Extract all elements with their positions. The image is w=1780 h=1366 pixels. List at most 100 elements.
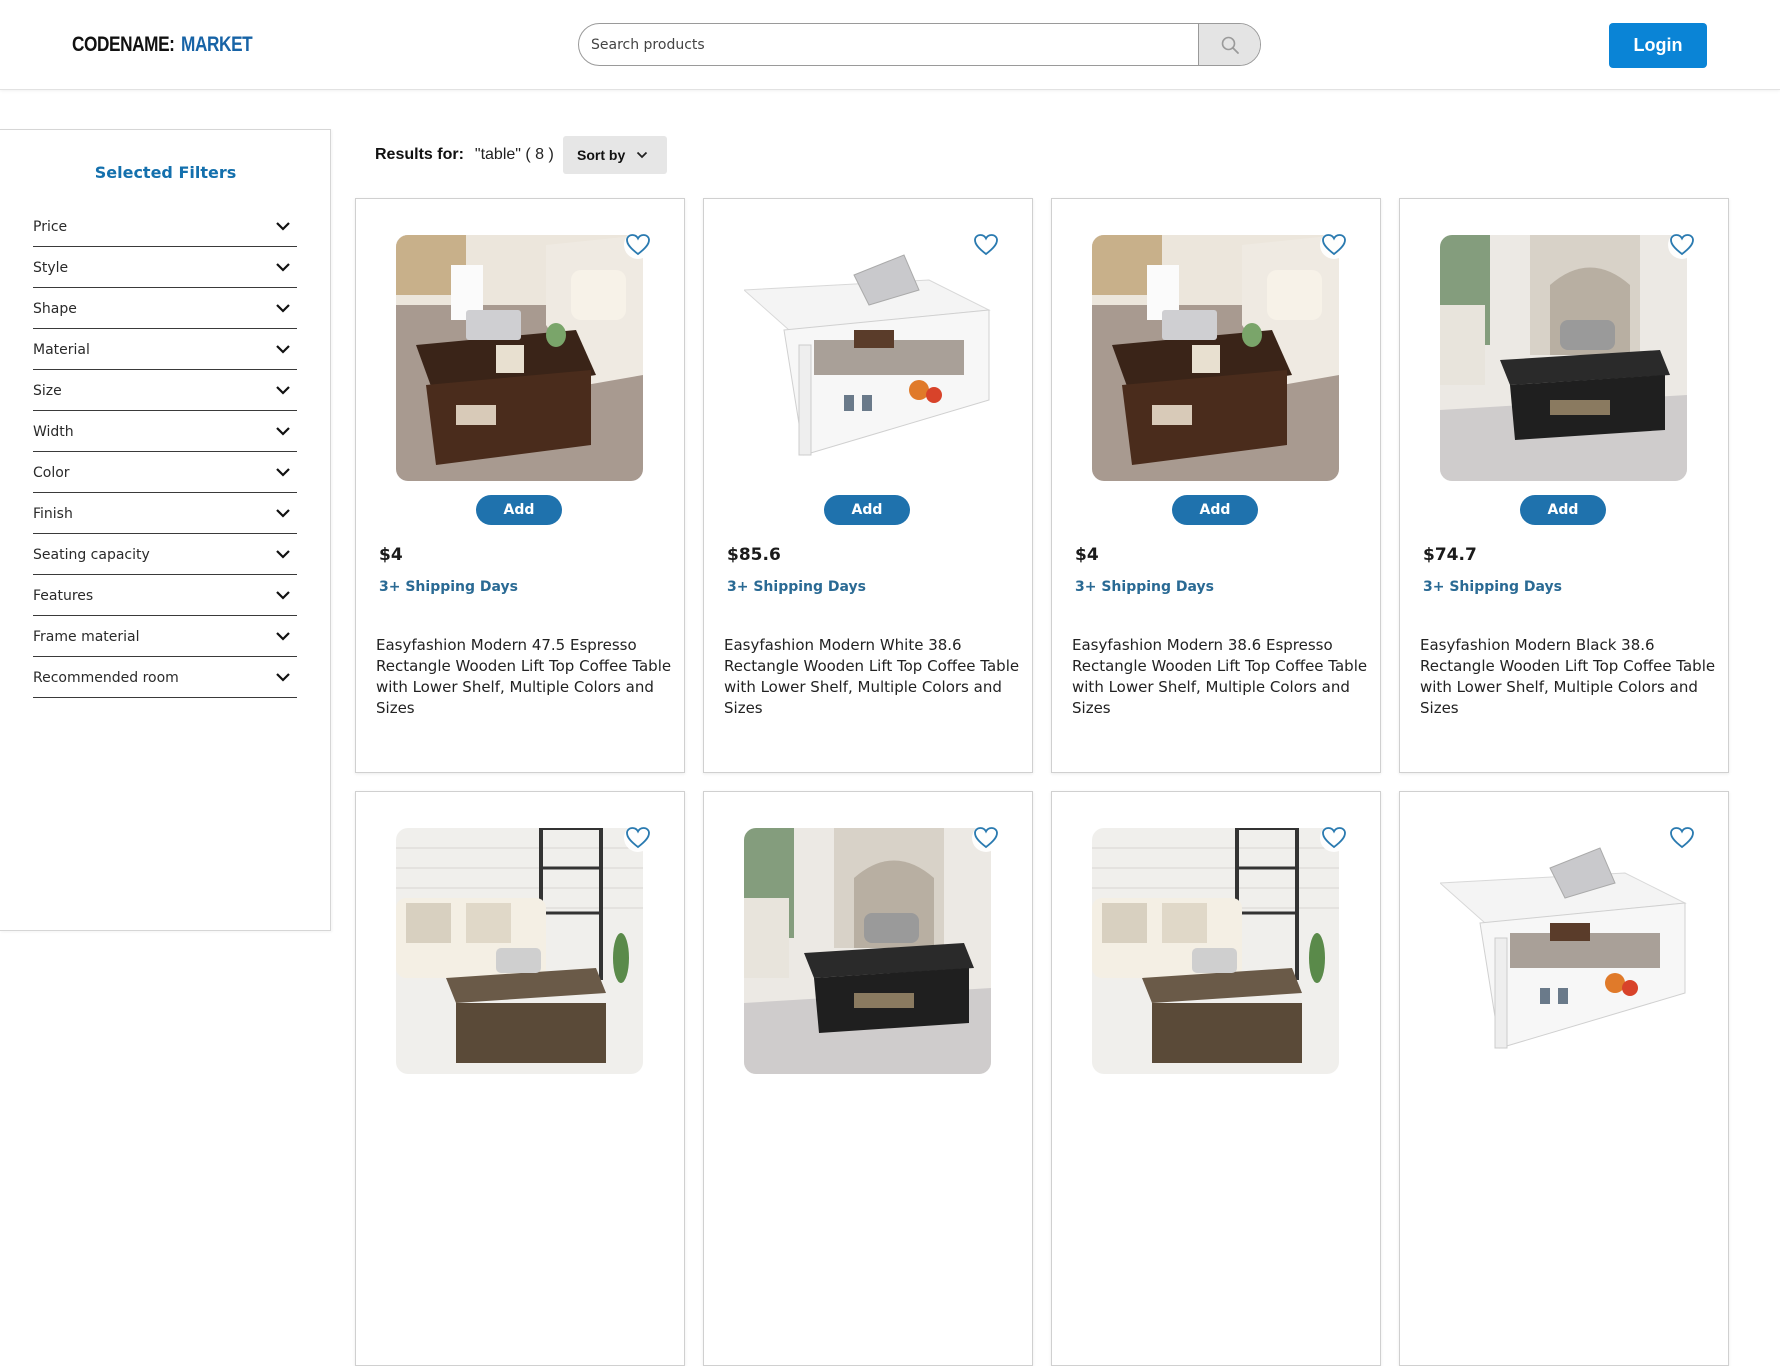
filter-size[interactable]: Size xyxy=(33,370,297,411)
favorite-button[interactable] xyxy=(624,231,652,259)
chevron-down-icon xyxy=(276,632,290,641)
heart-icon xyxy=(1670,234,1694,256)
favorite-button[interactable] xyxy=(1320,824,1348,852)
sort-label: Sort by xyxy=(577,147,626,163)
filter-label: Size xyxy=(33,383,62,399)
product-card[interactable]: Add $74.7 3+ Shipping Days Easyfashion Mode… xyxy=(1399,198,1729,773)
shipping-days: 3+ Shipping Days xyxy=(727,579,866,595)
chevron-down-icon xyxy=(276,591,290,600)
heart-icon xyxy=(1322,234,1346,256)
filter-label: Material xyxy=(33,342,90,358)
favorite-button[interactable] xyxy=(624,824,652,852)
product-image[interactable] xyxy=(744,235,991,481)
add-to-cart-button[interactable]: Add xyxy=(1172,495,1258,525)
product-card[interactable]: Add $85.6 3+ Shipping Days Easyfashion Mode… xyxy=(703,198,1033,773)
filter-label: Frame material xyxy=(33,629,140,645)
results-label: Results for: xyxy=(375,146,464,163)
chevron-down-icon xyxy=(276,222,290,231)
chevron-down-icon xyxy=(276,345,290,354)
filter-label: Features xyxy=(33,588,94,604)
logo-text-codename: CODENAME: xyxy=(72,33,175,56)
add-to-cart-button[interactable]: Add xyxy=(1520,495,1606,525)
product-image[interactable] xyxy=(1092,235,1339,481)
favorite-button[interactable] xyxy=(972,824,1000,852)
favorite-button[interactable] xyxy=(1320,231,1348,259)
product-image[interactable] xyxy=(396,828,643,1074)
product-card[interactable]: Add $4 3+ Shipping Days Easyfashion Modern … xyxy=(1051,198,1381,773)
filter-recommended-room[interactable]: Recommended room xyxy=(33,657,297,698)
product-card[interactable] xyxy=(1399,791,1729,1366)
filter-label: Style xyxy=(33,260,69,276)
product-price: $74.7 xyxy=(1423,545,1477,565)
chevron-down-icon xyxy=(276,263,290,272)
product-name[interactable]: Easyfashion Modern 47.5 Espresso Rectang… xyxy=(376,635,672,719)
filter-finish[interactable]: Finish xyxy=(33,493,297,534)
filter-label: Color xyxy=(33,465,70,481)
results-query: "table" ( 8 ) xyxy=(474,146,554,163)
chevron-down-icon xyxy=(276,386,290,395)
add-to-cart-button[interactable]: Add xyxy=(476,495,562,525)
chevron-down-icon xyxy=(276,673,290,682)
product-price: $85.6 xyxy=(727,545,781,565)
heart-icon xyxy=(626,234,650,256)
filter-color[interactable]: Color xyxy=(33,452,297,493)
product-card[interactable] xyxy=(355,791,685,1366)
filter-material[interactable]: Material xyxy=(33,329,297,370)
product-name[interactable]: Easyfashion Modern 38.6 Espresso Rectang… xyxy=(1072,635,1368,719)
product-image[interactable] xyxy=(744,828,991,1074)
search-bar xyxy=(578,23,1261,66)
logo-text-market: MARKET xyxy=(181,33,253,56)
heart-icon xyxy=(974,234,998,256)
logo[interactable]: CODENAME: MARKET xyxy=(72,33,253,57)
filter-width[interactable]: Width xyxy=(33,411,297,452)
product-card[interactable] xyxy=(1051,791,1381,1366)
chevron-down-icon xyxy=(276,427,290,436)
product-image[interactable] xyxy=(1440,235,1687,481)
sort-dropdown[interactable]: Sort by xyxy=(563,136,667,174)
shipping-days: 3+ Shipping Days xyxy=(1423,579,1562,595)
favorite-button[interactable] xyxy=(1668,231,1696,259)
shipping-days: 3+ Shipping Days xyxy=(1075,579,1214,595)
product-image[interactable] xyxy=(1440,828,1687,1074)
product-name[interactable]: Easyfashion Modern White 38.6 Rectangle … xyxy=(724,635,1020,719)
filter-label: Recommended room xyxy=(33,670,179,686)
filter-price[interactable]: Price xyxy=(33,206,297,247)
product-price: $4 xyxy=(379,545,403,565)
chevron-down-icon xyxy=(276,509,290,518)
filter-label: Finish xyxy=(33,506,73,522)
filter-sidebar: Selected Filters Price Style Shape Material… xyxy=(0,129,331,931)
filter-label: Shape xyxy=(33,301,77,317)
product-card[interactable]: Add $4 3+ Shipping Days Easyfashion Modern … xyxy=(355,198,685,773)
search-icon xyxy=(1221,36,1239,54)
product-image[interactable] xyxy=(396,235,643,481)
favorite-button[interactable] xyxy=(1668,824,1696,852)
add-to-cart-button[interactable]: Add xyxy=(824,495,910,525)
filters-title: Selected Filters xyxy=(94,163,237,182)
filter-label: Width xyxy=(33,424,74,440)
search-input[interactable] xyxy=(579,24,1199,65)
chevron-down-icon xyxy=(637,151,648,159)
heart-icon xyxy=(974,827,998,849)
favorite-button[interactable] xyxy=(972,231,1000,259)
filter-list: Price Style Shape Material Size Width Color Fin… xyxy=(33,206,297,698)
heart-icon xyxy=(1670,827,1694,849)
chevron-down-icon xyxy=(276,468,290,477)
product-price: $4 xyxy=(1075,545,1099,565)
filter-label: Price xyxy=(33,219,68,235)
shipping-days: 3+ Shipping Days xyxy=(379,579,518,595)
filter-frame-material[interactable]: Frame material xyxy=(33,616,297,657)
search-button[interactable] xyxy=(1198,24,1260,65)
filter-label: Seating capacity xyxy=(33,547,150,563)
filter-shape[interactable]: Shape xyxy=(33,288,297,329)
product-image[interactable] xyxy=(1092,828,1339,1074)
heart-icon xyxy=(1322,827,1346,849)
filter-seating-capacity[interactable]: Seating capacity xyxy=(33,534,297,575)
filter-features[interactable]: Features xyxy=(33,575,297,616)
chevron-down-icon xyxy=(276,550,290,559)
filter-style[interactable]: Style xyxy=(33,247,297,288)
heart-icon xyxy=(626,827,650,849)
header: CODENAME: MARKET Login xyxy=(0,0,1780,90)
product-name[interactable]: Easyfashion Modern Black 38.6 Rectangle … xyxy=(1420,635,1716,719)
login-button[interactable]: Login xyxy=(1609,23,1707,68)
product-card[interactable] xyxy=(703,791,1033,1366)
